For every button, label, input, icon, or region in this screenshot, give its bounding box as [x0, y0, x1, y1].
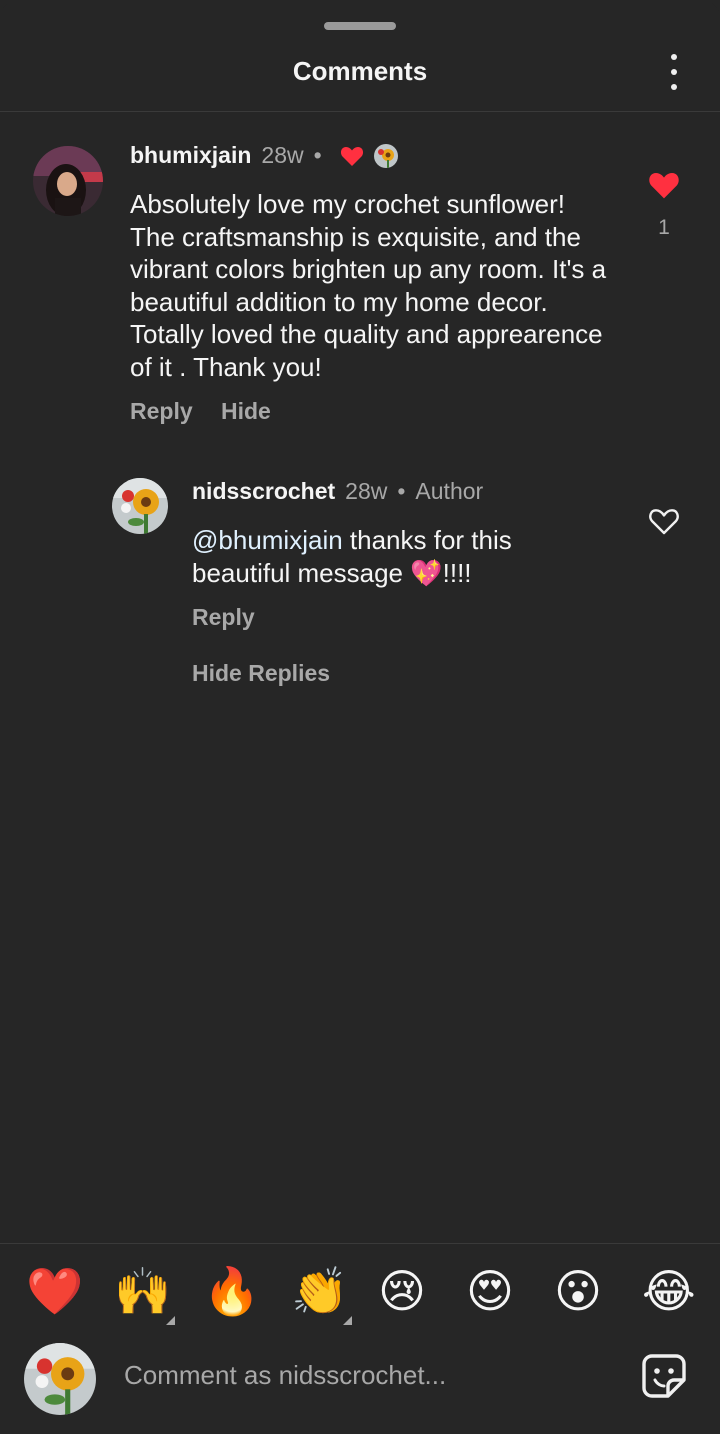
like-heart-icon[interactable]: [648, 170, 680, 200]
hide-replies-button[interactable]: Hide Replies: [192, 660, 330, 687]
avatar[interactable]: [112, 478, 168, 534]
reply-age: 28w: [345, 478, 388, 504]
author-liked-heart-icon: [340, 145, 364, 167]
hide-button[interactable]: Hide: [221, 398, 271, 425]
skin-tone-indicator-icon: [166, 1316, 175, 1325]
page-title: Comments: [292, 56, 428, 86]
mention-link[interactable]: @bhumixjain: [192, 525, 343, 555]
heart-emoji-icon[interactable]: ❤️: [26, 1264, 83, 1318]
comment-input[interactable]: Comment as nidsscrochet...: [124, 1360, 446, 1391]
reply-text: @bhumixjain thanks for this beautiful me…: [192, 524, 612, 589]
comment-age: 28w: [261, 142, 304, 168]
composer-avatar: [24, 1343, 96, 1415]
laughing-face-emoji-icon[interactable]: 😂: [642, 1264, 696, 1318]
comment-header: bhumixjain 28w •: [130, 142, 398, 169]
comments-sheet: Comments bhumixjain 28w • Absolutely lov…: [0, 0, 720, 1434]
reply-button[interactable]: Reply: [130, 398, 193, 425]
raising-hands-emoji-icon[interactable]: 🙌: [114, 1264, 171, 1318]
reply-username[interactable]: nidsscrochet: [192, 478, 335, 505]
comment-username[interactable]: bhumixjain: [130, 142, 251, 169]
like-count: 1: [658, 216, 670, 239]
separator-dot: •: [397, 478, 406, 504]
reply-header: nidsscrochet 28w • Author: [192, 478, 483, 505]
author-avatar-mini: [373, 143, 398, 168]
like-outline-heart-icon[interactable]: [648, 506, 680, 536]
separator-dot: •: [313, 142, 322, 168]
fire-emoji-icon[interactable]: 🔥: [203, 1264, 260, 1318]
avatar[interactable]: [33, 146, 103, 216]
skin-tone-indicator-icon: [343, 1316, 352, 1325]
heart-eyes-emoji-icon[interactable]: 😍: [466, 1264, 514, 1318]
sticker-icon[interactable]: [640, 1352, 688, 1400]
more-options-icon[interactable]: [662, 54, 686, 90]
surprised-face-emoji-icon[interactable]: 😮: [554, 1264, 602, 1318]
clapping-hands-emoji-icon[interactable]: 👏: [291, 1264, 348, 1318]
crying-face-emoji-icon[interactable]: 😢: [378, 1264, 426, 1318]
author-badge: Author: [415, 478, 484, 504]
drag-handle[interactable]: [324, 22, 396, 30]
comment-text: Absolutely love my crochet sunflower! Th…: [130, 189, 607, 382]
reply-button[interactable]: Reply: [192, 604, 255, 631]
reaction-bar-divider: [0, 1243, 720, 1244]
header-divider: [0, 111, 720, 112]
